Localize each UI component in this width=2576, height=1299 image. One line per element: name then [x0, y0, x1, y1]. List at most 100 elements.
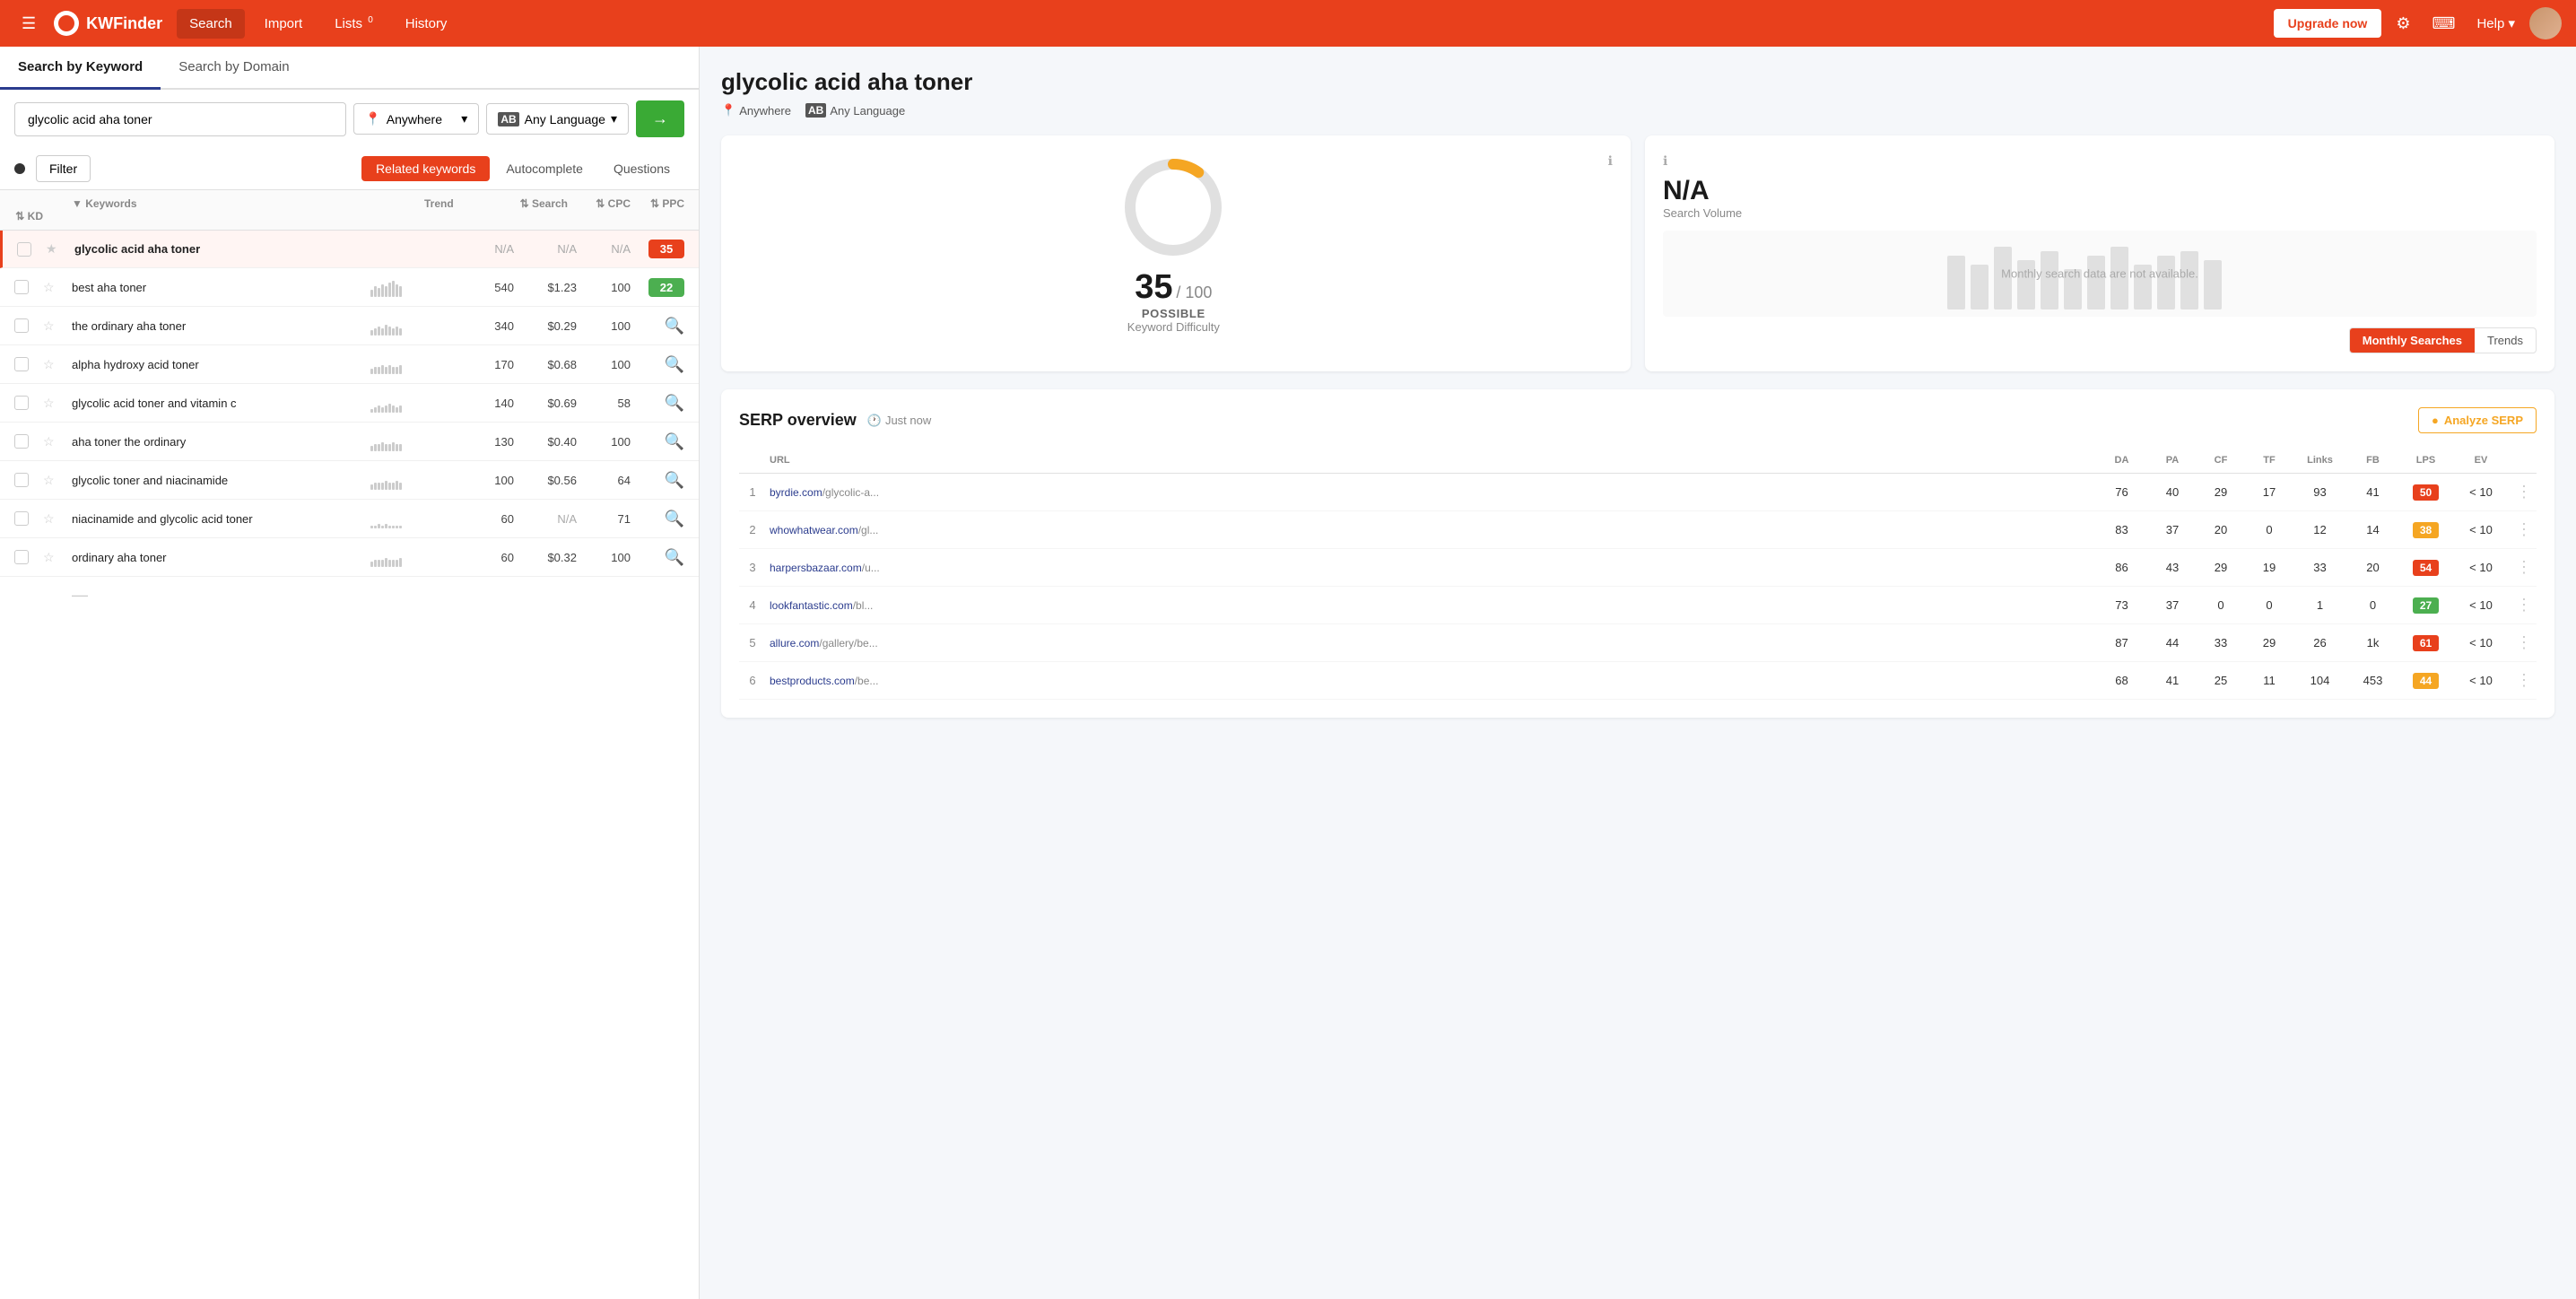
search-value: 540 [442, 281, 514, 294]
row-star[interactable]: ★ [46, 241, 74, 257]
row-checkbox[interactable] [14, 280, 29, 294]
serp-url[interactable]: allure.com/gallery/be... [770, 637, 2093, 650]
kd-cell: 22 [631, 278, 684, 297]
row-star[interactable]: ☆ [43, 396, 72, 411]
nav-history[interactable]: History [393, 9, 460, 39]
nav-import[interactable]: Import [252, 9, 316, 39]
serp-url[interactable]: harpersbazaar.com/u... [770, 562, 2093, 574]
row-star[interactable]: ☆ [43, 550, 72, 565]
tab-search-by-keyword[interactable]: Search by Keyword [0, 47, 161, 90]
analyze-serp-button[interactable]: ● Analyze SERP [2418, 407, 2537, 433]
tab-autocomplete[interactable]: Autocomplete [492, 156, 597, 181]
help-button[interactable]: Help ▾ [2469, 12, 2522, 35]
fb-value: 41 [2348, 485, 2398, 499]
filter-button[interactable]: Filter [36, 155, 91, 182]
lps-badge: 38 [2401, 522, 2450, 538]
serp-row[interactable]: 2 whowhatwear.com/gl... 83 37 20 0 12 14… [739, 511, 2537, 549]
nav-search[interactable]: Search [177, 9, 245, 39]
table-row[interactable]: ☆ glycolic acid toner and vitamin c 140 … [0, 384, 699, 423]
cpc-value: $1.23 [514, 281, 577, 294]
table-row[interactable]: ☆ best aha toner 540 [0, 268, 699, 307]
row-checkbox[interactable] [14, 318, 29, 333]
row-checkbox[interactable] [14, 473, 29, 487]
top-nav: ☰ KWFinder Search Import Lists 0 History… [0, 0, 2576, 47]
serp-row[interactable]: 4 lookfantastic.com/bl... 73 37 0 0 1 0 … [739, 587, 2537, 624]
serp-rank: 4 [739, 598, 766, 612]
row-options[interactable]: ⋮ [2511, 520, 2537, 539]
table-row[interactable]: ☆ ordinary aha toner 60 $0.32 100 🔍 [0, 538, 699, 577]
keyboard-icon[interactable]: ⌨ [2424, 11, 2462, 37]
serp-url[interactable]: bestproducts.com/be... [770, 675, 2093, 687]
serp-url[interactable]: whowhatwear.com/gl... [770, 524, 2093, 536]
serp-row[interactable]: 5 allure.com/gallery/be... 87 44 33 29 2… [739, 624, 2537, 662]
serp-rank: 5 [739, 636, 766, 650]
ev-value: < 10 [2454, 561, 2508, 574]
row-checkbox[interactable] [14, 434, 29, 449]
row-checkbox[interactable] [14, 511, 29, 526]
row-star[interactable]: ☆ [43, 280, 72, 295]
cpc-value: N/A [514, 512, 577, 526]
keyword-title: glycolic acid aha toner [721, 68, 2554, 96]
search-mode-tabs: Search by Keyword Search by Domain [0, 47, 699, 90]
location-value: Anywhere [387, 112, 442, 126]
kd-info-icon[interactable]: ℹ [1608, 153, 1613, 169]
keyword-input[interactable] [14, 102, 346, 136]
table-row[interactable]: ☆ aha toner the ordinary 130 $0.40 100 🔍 [0, 423, 699, 461]
serp-row[interactable]: 6 bestproducts.com/be... 68 41 25 11 104… [739, 662, 2537, 700]
row-star[interactable]: ☆ [43, 357, 72, 372]
table-row[interactable]: ☆ the ordinary aha toner 340 $0.29 100 🔍 [0, 307, 699, 345]
row-star[interactable]: ☆ [43, 318, 72, 334]
da-value: 76 [2097, 485, 2146, 499]
table-row[interactable]: ★ glycolic acid aha toner N/A N/A N/A 35 [0, 231, 699, 268]
row-checkbox[interactable] [14, 357, 29, 371]
keyword-name: the ordinary aha toner [72, 319, 370, 333]
serp-url[interactable]: byrdie.com/glycolic-a... [770, 486, 2093, 499]
tab-monthly-searches[interactable]: Monthly Searches [2350, 328, 2475, 353]
serp-url[interactable]: lookfantastic.com/bl... [770, 599, 2093, 612]
row-options[interactable]: ⋮ [2511, 558, 2537, 577]
fb-value: 1k [2348, 636, 2398, 650]
sv-info-icon[interactable]: ℹ [1663, 153, 2537, 169]
filter-toggle-dot[interactable] [14, 163, 25, 174]
search-volume-card: ℹ N/A Search Volume [1645, 135, 2554, 371]
serp-row[interactable]: 3 harpersbazaar.com/u... 86 43 29 19 33 … [739, 549, 2537, 587]
search-arrow-icon: → [652, 109, 668, 127]
meta-location: 📍 Anywhere [721, 103, 791, 118]
table-row[interactable]: ☆ glycolic toner and niacinamide 100 $0.… [0, 461, 699, 500]
tab-questions[interactable]: Questions [599, 156, 684, 181]
row-star[interactable]: ☆ [43, 434, 72, 449]
ppc-value: 100 [577, 358, 631, 371]
row-options[interactable]: ⋮ [2511, 596, 2537, 615]
trend-cell [370, 354, 442, 374]
user-avatar[interactable] [2529, 7, 2562, 39]
hamburger-menu[interactable]: ☰ [14, 11, 43, 37]
serp-row[interactable]: 1 byrdie.com/glycolic-a... 76 40 29 17 9… [739, 474, 2537, 511]
tab-trends[interactable]: Trends [2475, 328, 2536, 353]
tab-search-by-domain[interactable]: Search by Domain [161, 47, 307, 90]
table-row[interactable]: ☆ alpha hydroxy acid toner 170 $0.68 100… [0, 345, 699, 384]
language-selector[interactable]: AB Any Language ▾ [486, 103, 629, 135]
da-value: 73 [2097, 598, 2146, 612]
tab-related-keywords[interactable]: Related keywords [361, 156, 490, 181]
row-checkbox[interactable] [17, 242, 31, 257]
row-star[interactable]: ☆ [43, 511, 72, 527]
row-star[interactable]: ☆ [43, 473, 72, 488]
row-checkbox[interactable] [14, 396, 29, 410]
trend-cell [370, 277, 442, 297]
upgrade-button[interactable]: Upgrade now [2274, 9, 2382, 38]
row-options[interactable]: ⋮ [2511, 483, 2537, 501]
search-value: 60 [442, 512, 514, 526]
location-selector[interactable]: 📍 Anywhere ▾ [353, 103, 479, 135]
nav-lists[interactable]: Lists 0 [322, 8, 386, 39]
row-options[interactable]: ⋮ [2511, 633, 2537, 652]
kd-donut-chart [1119, 153, 1227, 261]
row-checkbox[interactable] [14, 550, 29, 564]
search-bar: 📍 Anywhere ▾ AB Any Language ▾ → [0, 90, 699, 148]
table-row[interactable]: ☆ niacinamide and glycolic acid toner 60… [0, 500, 699, 538]
search-button[interactable]: → [636, 100, 684, 137]
logo-text: KWFinder [86, 14, 162, 33]
search-value: 170 [442, 358, 514, 371]
row-options[interactable]: ⋮ [2511, 671, 2537, 690]
fb-value: 20 [2348, 561, 2398, 574]
settings-icon[interactable]: ⚙ [2389, 11, 2417, 37]
